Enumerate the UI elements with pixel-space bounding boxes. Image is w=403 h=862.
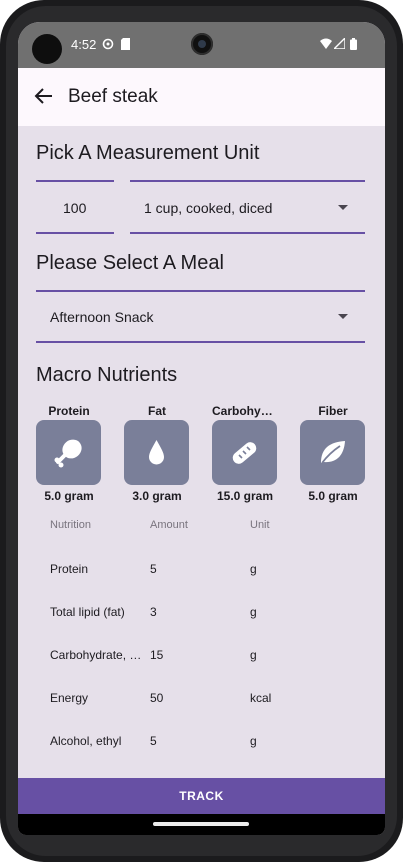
nutrient-name: Carbohydrate, b… — [50, 648, 146, 662]
nutrient-name: Total lipid (fat) — [50, 605, 125, 619]
settings-gear-icon — [102, 38, 114, 53]
macro-tile-carbohydrate — [212, 420, 277, 485]
phone-screen: 4:52 Beef steak Pick A Measurement Unit … — [18, 22, 385, 835]
macro-value-carbohydrate: 15.0 gram — [216, 489, 274, 503]
table-header-unit: Unit — [250, 519, 270, 531]
nutrient-unit: g — [250, 562, 257, 576]
navigation-bar — [18, 814, 385, 835]
nutrient-unit: kcal — [250, 691, 272, 705]
battery-icon — [350, 38, 357, 53]
table-header-amount: Amount — [150, 519, 188, 531]
nutrient-unit: g — [250, 605, 257, 619]
meal-heading: Please Select A Meal — [36, 252, 224, 274]
macro-label-carbohydrate: Carbohyde… — [212, 404, 278, 418]
sd-card-icon — [120, 38, 131, 53]
nutrient-amount: 50 — [150, 691, 164, 705]
unit-dropdown[interactable]: 1 cup, cooked, diced — [130, 180, 365, 234]
table-row: Carbohydrate, b… 15 g — [18, 634, 385, 677]
macro-label-protein: Protein — [48, 404, 90, 418]
nutrient-amount: 3 — [150, 605, 157, 619]
macro-tile-fiber — [300, 420, 365, 485]
macro-value-fat: 3.0 gram — [132, 489, 182, 503]
quantity-value: 100 — [63, 200, 87, 216]
nutrient-amount: 15 — [150, 648, 164, 662]
drop-icon — [149, 440, 164, 465]
table-row: Total lipid (fat) 3 g — [18, 591, 385, 634]
wifi-icon — [320, 38, 332, 52]
track-button[interactable]: TRACK — [18, 778, 385, 814]
app-bar: Beef steak — [18, 68, 385, 126]
front-camera — [191, 33, 213, 55]
macro-tile-protein — [36, 420, 101, 485]
table-row: Protein 5 g — [18, 548, 385, 591]
meal-selected-value: Afternoon Snack — [50, 309, 154, 325]
macros-heading: Macro Nutrients — [36, 364, 178, 386]
chevron-down-icon — [338, 314, 348, 319]
nutrient-unit: g — [250, 648, 257, 662]
table-row: Alcohol, ethyl 5 g — [18, 720, 385, 763]
nutrient-amount: 5 — [150, 562, 157, 576]
macro-value-protein: 5.0 gram — [44, 489, 94, 503]
nutrient-amount: 5 — [150, 734, 157, 748]
status-time: 4:52 — [71, 37, 97, 52]
camera-cutout — [32, 34, 62, 64]
macro-label-fiber: Fiber — [318, 404, 348, 418]
home-gesture-handle[interactable] — [153, 822, 249, 826]
drumstick-icon — [54, 439, 82, 468]
macro-label-fat: Fat — [148, 404, 166, 418]
quantity-input[interactable]: 100 — [36, 180, 114, 234]
nutrient-unit: g — [250, 734, 257, 748]
nutrient-name: Protein — [50, 562, 89, 576]
leaf-icon — [321, 441, 345, 464]
bread-icon — [232, 442, 257, 464]
macro-tile-fat — [124, 420, 189, 485]
table-row: Energy 50 kcal — [18, 677, 385, 720]
page-title: Beef steak — [68, 86, 158, 107]
nutrient-name: Energy — [50, 691, 89, 705]
macro-value-fiber: 5.0 gram — [308, 489, 358, 503]
table-header-nutrition: Nutrition — [50, 519, 91, 531]
nutrient-name: Alcohol, ethyl — [50, 734, 122, 748]
back-arrow-icon[interactable] — [32, 84, 56, 108]
status-bar: 4:52 — [18, 22, 385, 68]
chevron-down-icon — [338, 205, 348, 210]
signal-icon — [332, 36, 346, 52]
unit-selected-value: 1 cup, cooked, diced — [144, 200, 273, 216]
measurement-heading: Pick A Measurement Unit — [36, 142, 260, 164]
meal-dropdown[interactable]: Afternoon Snack — [36, 290, 365, 343]
